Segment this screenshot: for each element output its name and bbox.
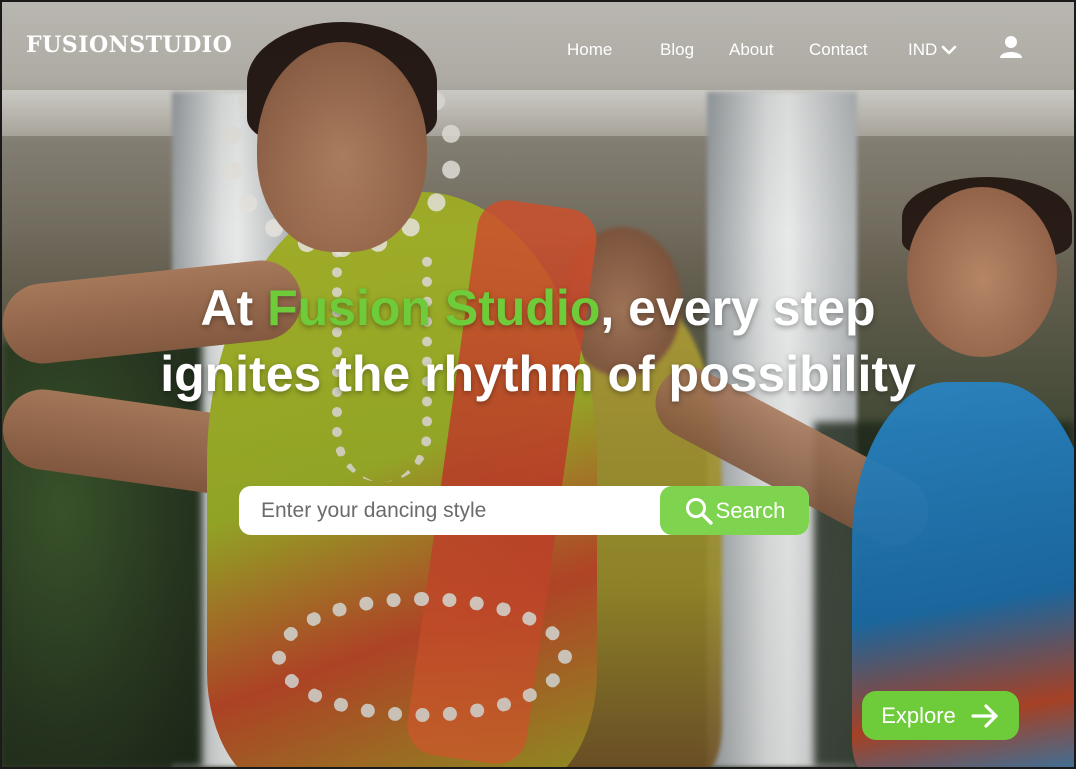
explore-button-label: Explore	[881, 702, 956, 728]
nav-about-link[interactable]: About	[729, 40, 773, 60]
headline-suffix: , every step	[600, 280, 876, 336]
headline-prefix: At	[200, 280, 268, 336]
top-nav: FUSIONSTUDIO Home Blog About Contact IND	[2, 2, 1074, 92]
arrow-right-icon	[971, 703, 998, 728]
explore-button[interactable]: Explore	[862, 691, 1019, 740]
headline-line-2: ignites the rhythm of possibility	[160, 346, 916, 402]
search-icon	[685, 497, 713, 525]
search-button[interactable]: Search	[660, 486, 809, 535]
search-button-label: Search	[715, 497, 786, 523]
nav-blog-link[interactable]: Blog	[660, 40, 694, 60]
landing-page: FUSIONSTUDIO Home Blog About Contact IND…	[0, 0, 1076, 769]
dance-style-search-input[interactable]	[239, 486, 659, 535]
chevron-down-icon	[941, 45, 957, 55]
user-icon[interactable]	[998, 34, 1024, 60]
headline-accent: Fusion Studio	[267, 280, 601, 336]
dance-style-search: Search	[239, 486, 809, 535]
hero-headline: At Fusion Studio, every step ignites the…	[2, 275, 1074, 407]
nav-links: Home Blog About Contact IND	[2, 40, 1074, 62]
nav-contact-link[interactable]: Contact	[809, 40, 868, 60]
nav-home-link[interactable]: Home	[567, 40, 612, 60]
region-selector[interactable]: IND	[908, 40, 957, 60]
region-label: IND	[908, 40, 938, 59]
